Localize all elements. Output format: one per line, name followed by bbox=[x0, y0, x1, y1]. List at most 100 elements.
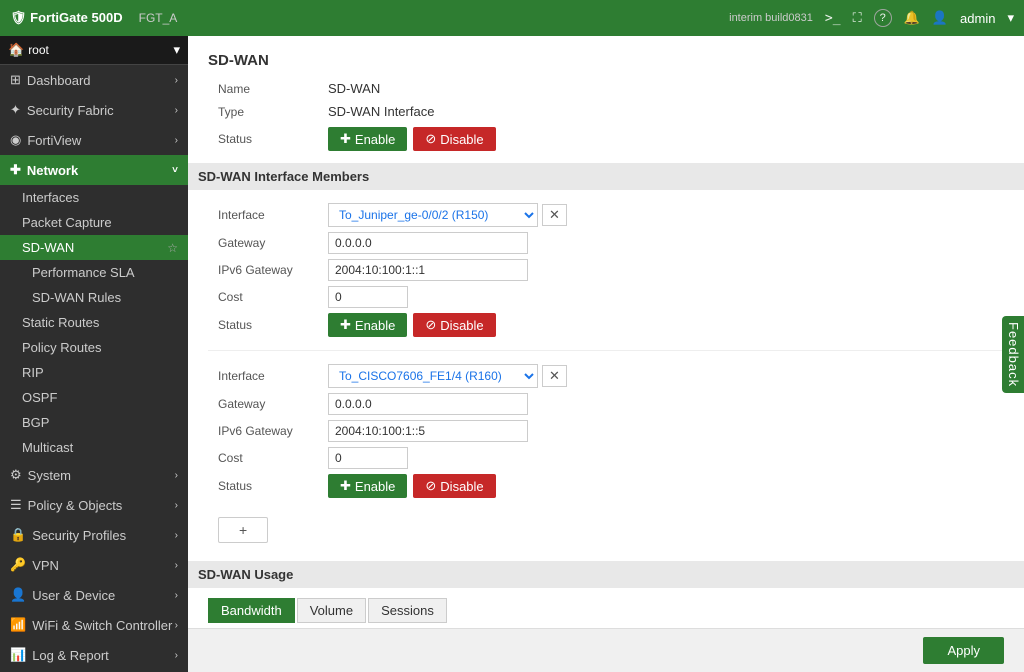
sidebar-item-security-profiles[interactable]: 🔒 Security Profiles › bbox=[0, 520, 188, 550]
member1-remove-button[interactable]: ✕ bbox=[542, 204, 567, 226]
usage-section-header: SD-WAN Usage bbox=[188, 561, 1024, 588]
status-buttons: ✚ Enable ⊘ Disable bbox=[328, 127, 496, 151]
sidebar-sub-bgp[interactable]: BGP bbox=[0, 410, 188, 435]
member1-enable-button[interactable]: ✚ Enable bbox=[328, 313, 407, 337]
member2-status-row: Status ✚ Enable ⊘ Disable bbox=[218, 474, 994, 498]
sidebar-sub-interfaces[interactable]: Interfaces bbox=[0, 185, 188, 210]
sidebar-sub-packet-capture[interactable]: Packet Capture bbox=[0, 210, 188, 235]
m1-disable-icon: ⊘ bbox=[425, 317, 436, 333]
sidebar-sub-rip-label: RIP bbox=[22, 365, 44, 380]
fullscreen-icon[interactable]: ⛶ bbox=[853, 10, 862, 26]
member1-gateway-input[interactable] bbox=[328, 232, 528, 254]
content-inner: SD-WAN Name SD-WAN Type SD-WAN Interface… bbox=[188, 36, 1024, 628]
member2-ipv6-input[interactable] bbox=[328, 420, 528, 442]
member2-ipv6-row: IPv6 Gateway bbox=[218, 420, 994, 442]
member1-cost-input[interactable] bbox=[328, 286, 408, 308]
hostname: FGT_A bbox=[139, 11, 178, 25]
sidebar-item-fortiview[interactable]: ◉ FortiView › bbox=[0, 125, 188, 155]
member1-ipv6-row: IPv6 Gateway bbox=[218, 259, 994, 281]
sidebar-item-dashboard-label: Dashboard bbox=[27, 73, 91, 88]
sidebar-item-network[interactable]: ✚ Network ˅ bbox=[0, 155, 188, 185]
sidebar-sub-sd-wan[interactable]: SD-WAN ☆ bbox=[0, 235, 188, 260]
sidebar-sub-sd-wan-rules-label: SD-WAN Rules bbox=[32, 290, 121, 305]
root-dropdown-icon[interactable]: ▾ bbox=[173, 42, 180, 58]
sidebar-sub-ospf[interactable]: OSPF bbox=[0, 385, 188, 410]
sidebar-sub-sd-wan-rules[interactable]: SD-WAN Rules bbox=[0, 285, 188, 310]
sidebar-sub-static-routes-label: Static Routes bbox=[22, 315, 99, 330]
member2-interface-select[interactable]: To_CISCO7606_FE1/4 (R160) bbox=[328, 364, 538, 388]
sidebar-sub-sd-wan-label: SD-WAN bbox=[22, 240, 74, 255]
name-value: SD-WAN bbox=[328, 81, 380, 96]
disable-button[interactable]: ⊘ Disable bbox=[413, 127, 495, 151]
user-dropdown-icon[interactable]: ▾ bbox=[1007, 10, 1014, 26]
vpn-icon: 🔑 bbox=[10, 557, 26, 573]
tab-sessions[interactable]: Sessions bbox=[368, 598, 447, 623]
member2-gateway-row: Gateway bbox=[218, 393, 994, 415]
sidebar-item-vpn[interactable]: 🔑 VPN › bbox=[0, 550, 188, 580]
member1-disable-button[interactable]: ⊘ Disable bbox=[413, 313, 495, 337]
network-arrow: ˅ bbox=[172, 165, 178, 176]
bell-icon[interactable]: 🔔 bbox=[904, 10, 920, 26]
add-member-button[interactable]: + bbox=[218, 517, 268, 543]
fortiview-icon: ◉ bbox=[10, 132, 21, 148]
policy-icon: ☰ bbox=[10, 497, 22, 513]
member1-ipv6-input[interactable] bbox=[328, 259, 528, 281]
system-arrow: › bbox=[175, 470, 178, 481]
sidebar-sub-policy-routes[interactable]: Policy Routes bbox=[0, 335, 188, 360]
member2-select-wrap: To_CISCO7606_FE1/4 (R160) ✕ bbox=[328, 364, 567, 388]
username: admin bbox=[960, 11, 995, 26]
wifi-arrow: › bbox=[175, 620, 178, 631]
member2-status-label: Status bbox=[218, 479, 328, 493]
sidebar-item-system[interactable]: ⚙ System › bbox=[0, 460, 188, 490]
build-info: interim build0831 bbox=[729, 12, 813, 24]
member1-gateway-label: Gateway bbox=[218, 236, 328, 250]
page-title-section: SD-WAN bbox=[208, 52, 1004, 69]
member1-interface-label: Interface bbox=[218, 208, 328, 222]
sidebar-sub-interfaces-label: Interfaces bbox=[22, 190, 79, 205]
apply-button[interactable]: Apply bbox=[923, 637, 1004, 664]
root-selector[interactable]: 🏠 root ▾ bbox=[0, 36, 188, 65]
tab-volume[interactable]: Volume bbox=[297, 598, 366, 623]
member1-status-label: Status bbox=[218, 318, 328, 332]
user-device-arrow: › bbox=[175, 590, 178, 601]
sidebar-sub-rip[interactable]: RIP bbox=[0, 360, 188, 385]
sidebar-sub-performance-sla[interactable]: Performance SLA bbox=[0, 260, 188, 285]
member2-disable-button[interactable]: ⊘ Disable bbox=[413, 474, 495, 498]
feedback-tab[interactable]: Feedback bbox=[1002, 316, 1024, 393]
security-profiles-arrow: › bbox=[175, 530, 178, 541]
member2-cost-label: Cost bbox=[218, 451, 328, 465]
policy-arrow: › bbox=[175, 500, 178, 511]
name-row: Name SD-WAN bbox=[208, 81, 1004, 96]
sidebar-sub-multicast-label: Multicast bbox=[22, 440, 73, 455]
sidebar-item-policy-objects[interactable]: ☰ Policy & Objects › bbox=[0, 490, 188, 520]
member2-gateway-input[interactable] bbox=[328, 393, 528, 415]
member1-interface-select[interactable]: To_Juniper_ge-0/0/2 (R150) bbox=[328, 203, 538, 227]
sidebar-item-log-report-label: Log & Report bbox=[32, 648, 109, 663]
type-row: Type SD-WAN Interface bbox=[208, 104, 1004, 119]
sidebar-item-user-device[interactable]: 👤 User & Device › bbox=[0, 580, 188, 610]
sidebar-item-wifi-switch[interactable]: 📶 WiFi & Switch Controller › bbox=[0, 610, 188, 640]
member2-cost-input[interactable] bbox=[328, 447, 408, 469]
member-block-1: Interface To_Juniper_ge-0/0/2 (R150) ✕ G… bbox=[208, 190, 1004, 350]
sd-wan-star-icon[interactable]: ☆ bbox=[167, 241, 178, 255]
sidebar-sub-static-routes[interactable]: Static Routes bbox=[0, 310, 188, 335]
sidebar-sub-multicast[interactable]: Multicast bbox=[0, 435, 188, 460]
terminal-icon[interactable]: >_ bbox=[825, 11, 841, 26]
tab-bandwidth[interactable]: Bandwidth bbox=[208, 598, 295, 623]
member1-ipv6-label: IPv6 Gateway bbox=[218, 263, 328, 277]
topbar-right: interim build0831 >_ ⛶ ? 🔔 👤 admin ▾ bbox=[729, 9, 1014, 27]
fortigate-logo: 🛡 FortiGate 500D bbox=[10, 10, 123, 26]
member2-enable-button[interactable]: ✚ Enable bbox=[328, 474, 407, 498]
vpn-arrow: › bbox=[175, 560, 178, 571]
sidebar-item-security-fabric[interactable]: ✦ Security Fabric › bbox=[0, 95, 188, 125]
user-avatar[interactable]: 👤 bbox=[932, 10, 948, 26]
log-arrow: › bbox=[175, 650, 178, 661]
sidebar-item-dashboard[interactable]: ⊞ Dashboard › bbox=[0, 65, 188, 95]
help-icon[interactable]: ? bbox=[874, 9, 892, 27]
member2-interface-row: Interface To_CISCO7606_FE1/4 (R160) ✕ bbox=[218, 364, 994, 388]
sidebar-item-log-report[interactable]: 📊 Log & Report › bbox=[0, 640, 188, 670]
enable-button[interactable]: ✚ Enable bbox=[328, 127, 407, 151]
sidebar-item-system-label: System bbox=[28, 468, 71, 483]
add-member-row: + bbox=[208, 511, 1004, 549]
member2-remove-button[interactable]: ✕ bbox=[542, 365, 567, 387]
